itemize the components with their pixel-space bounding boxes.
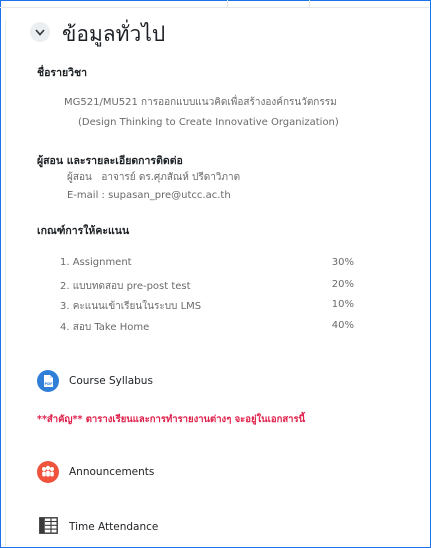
course-name-en: (Design Thinking to Create Innovative Or… xyxy=(78,117,339,128)
important-note: **สำคัญ** ตารางเรียนและการทำรายงานต่างๆ … xyxy=(37,414,306,425)
course-name-th: MG521/MU521 การออกแบบแนวคิดเพื่อสร้างองค… xyxy=(64,97,337,108)
grading-row: 1. Assignment 30% xyxy=(60,257,360,271)
instructor-name: ผู้สอน อาจารย์ ดร.ศุภสัณห์ ปรีดาวิภาต xyxy=(67,172,241,183)
chevron-down-icon xyxy=(35,29,45,36)
time-attendance-label: Time Attendance xyxy=(69,521,159,533)
forum-people-icon xyxy=(37,461,59,483)
grading-row: 2. แบบทดสอบ pre-post test 20% xyxy=(60,279,360,293)
grading-row: 3. คะแนนเข้าเรียนในระบบ LMS 10% xyxy=(60,299,360,313)
course-syllabus-link[interactable]: PDF Course Syllabus xyxy=(37,370,197,396)
tab-divider xyxy=(227,0,228,7)
grading-item-name: 4. สอบ Take Home xyxy=(60,322,150,333)
grading-item-percent: 20% xyxy=(331,279,354,290)
pdf-icon-text: PDF xyxy=(44,382,53,386)
grading-heading: เกณฑ์การให้คะแนน xyxy=(37,225,130,237)
pdf-file-icon: PDF xyxy=(37,370,59,392)
section-title: ข้อมูลทั่วไป xyxy=(62,22,166,46)
grading-item-percent: 30% xyxy=(331,257,354,268)
left-guide-line xyxy=(5,20,6,546)
top-tab-strip xyxy=(0,0,429,8)
grading-item-percent: 40% xyxy=(331,320,354,331)
announcements-link[interactable]: Announcements xyxy=(37,461,197,487)
section-collapse-toggle[interactable] xyxy=(30,22,50,42)
grading-row: 4. สอบ Take Home 40% xyxy=(60,320,360,334)
instructor-heading: ผู้สอน และรายละเอียดการติดต่อ xyxy=(37,155,183,167)
grading-item-name: 3. คะแนนเข้าเรียนในระบบ LMS xyxy=(60,301,202,312)
grading-item-percent: 10% xyxy=(331,299,354,310)
instructor-email: E-mail : supasan_pre@utcc.ac.th xyxy=(67,190,231,201)
time-attendance-link[interactable]: Time Attendance xyxy=(37,516,197,542)
course-syllabus-label: Course Syllabus xyxy=(69,375,153,387)
grading-item-name: 1. Assignment xyxy=(60,257,132,268)
course-name-heading: ชื่อรายวิชา xyxy=(37,67,88,79)
tab-divider xyxy=(309,0,310,7)
grading-item-name: 2. แบบทดสอบ pre-post test xyxy=(60,281,191,292)
announcements-label: Announcements xyxy=(69,466,155,478)
attendance-table-icon xyxy=(39,517,58,534)
